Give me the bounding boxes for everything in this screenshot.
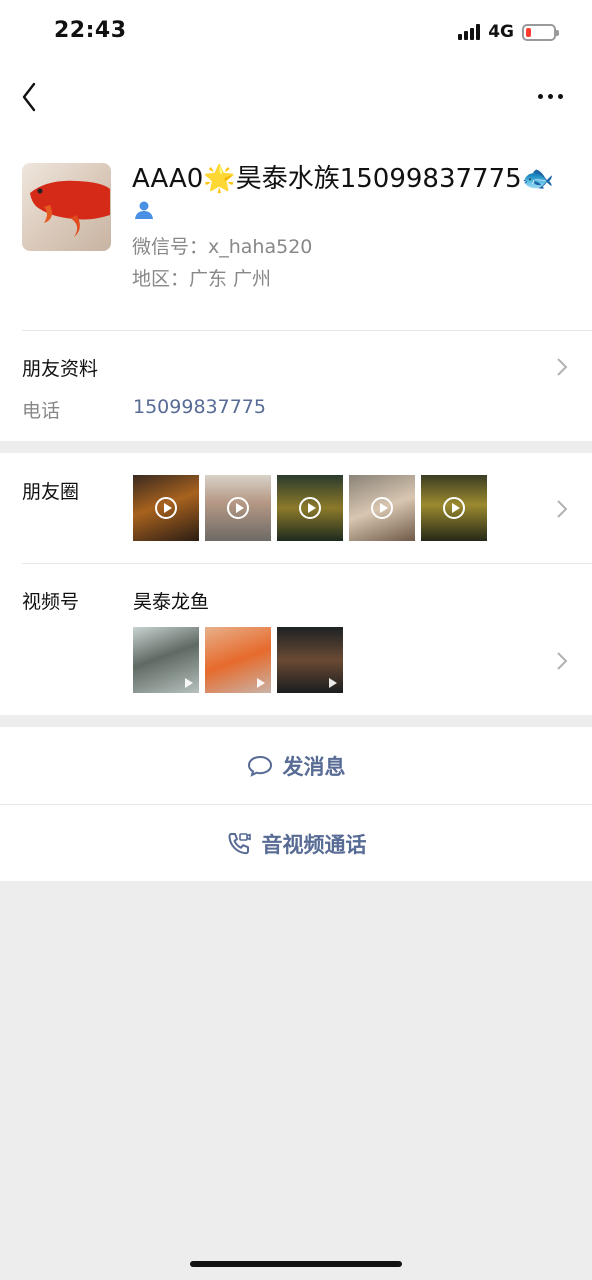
phone-number-link[interactable]: 15099837775	[133, 396, 266, 418]
chevron-left-icon	[22, 82, 36, 112]
divider	[22, 563, 592, 564]
home-indicator[interactable]	[190, 1261, 402, 1267]
moments-label: 朋友圈	[22, 481, 80, 503]
channel-thumbnail[interactable]	[277, 627, 343, 693]
play-icon	[443, 497, 465, 519]
moments-thumbnail[interactable]	[133, 475, 199, 541]
network-type: 4G	[488, 22, 514, 42]
fish-avatar-image	[30, 180, 110, 237]
profile-header: AAA0🌟昊泰水族15099837775🐟 微信号：x_haha520 地区：广…	[0, 130, 592, 330]
person-icon	[135, 201, 153, 219]
send-message-label: 发消息	[282, 754, 346, 779]
play-icon	[227, 497, 249, 519]
status-time: 22:43	[54, 18, 127, 43]
moments-thumbnail[interactable]	[277, 475, 343, 541]
play-icon	[185, 678, 193, 688]
play-icon	[329, 678, 337, 688]
profile-region: 地区：广东 广州	[132, 268, 272, 290]
chevron-right-icon	[557, 358, 568, 376]
wechat-id: 微信号：x_haha520	[132, 236, 313, 258]
profile-nickname: AAA0🌟昊泰水族15099837775🐟	[132, 164, 555, 194]
phone-label: 电话	[22, 400, 61, 422]
nav-bar	[0, 66, 592, 130]
friend-info-label: 朋友资料	[22, 358, 99, 380]
more-options-button[interactable]	[538, 88, 568, 104]
moments-thumbnail[interactable]	[349, 475, 415, 541]
send-message-button[interactable]: 发消息	[0, 727, 592, 804]
play-icon	[299, 497, 321, 519]
chat-bubble-icon	[247, 755, 272, 777]
back-button[interactable]	[18, 80, 48, 114]
video-call-label: 音视频通话	[261, 832, 367, 857]
battery-icon	[522, 23, 559, 41]
channel-thumbnail[interactable]	[133, 627, 199, 693]
chevron-right-icon	[557, 500, 568, 518]
signal-icon	[458, 24, 481, 40]
status-indicators: 4G	[458, 22, 559, 42]
avatar[interactable]	[22, 163, 111, 251]
channel-name[interactable]: 昊泰龙鱼	[133, 587, 209, 614]
chevron-right-icon	[557, 652, 568, 670]
divider	[22, 330, 592, 331]
phone-video-icon	[227, 832, 251, 854]
actions-section: 发消息 音视频通话	[0, 727, 592, 881]
moments-thumbnail[interactable]	[205, 475, 271, 541]
moments-channels-section: 朋友圈 视频号 昊泰龙鱼	[0, 453, 592, 715]
channels-label: 视频号	[22, 591, 80, 613]
moments-thumbnail[interactable]	[421, 475, 487, 541]
play-icon	[155, 497, 177, 519]
video-call-button[interactable]: 音视频通话	[0, 805, 592, 882]
more-dot-icon	[558, 93, 563, 99]
more-dot-icon	[538, 93, 543, 99]
friend-info-section[interactable]: 朋友资料 电话 15099837775	[0, 330, 592, 441]
play-icon	[257, 678, 265, 688]
status-bar: 22:43 4G	[0, 0, 592, 66]
play-icon	[371, 497, 393, 519]
channel-thumbnail[interactable]	[205, 627, 271, 693]
more-dot-icon	[548, 93, 553, 99]
